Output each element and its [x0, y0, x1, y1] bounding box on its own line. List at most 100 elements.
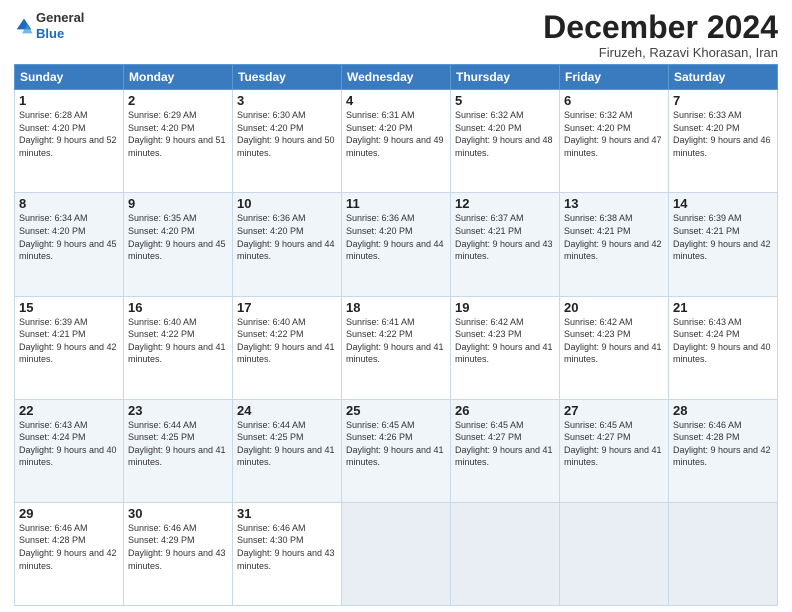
calendar-cell: 16 Sunrise: 6:40 AM Sunset: 4:22 PM Dayl… — [124, 296, 233, 399]
day-info: Sunrise: 6:36 AM Sunset: 4:20 PM Dayligh… — [237, 213, 335, 261]
day-number: 30 — [128, 506, 228, 521]
calendar-title: December 2024 — [543, 10, 778, 45]
day-info: Sunrise: 6:45 AM Sunset: 4:26 PM Dayligh… — [346, 420, 444, 468]
day-number: 29 — [19, 506, 119, 521]
day-number: 16 — [128, 300, 228, 315]
day-number: 18 — [346, 300, 446, 315]
calendar-cell: 4 Sunrise: 6:31 AM Sunset: 4:20 PM Dayli… — [342, 90, 451, 193]
day-number: 24 — [237, 403, 337, 418]
day-number: 12 — [455, 196, 555, 211]
calendar-cell: 12 Sunrise: 6:37 AM Sunset: 4:21 PM Dayl… — [451, 193, 560, 296]
calendar-cell: 29 Sunrise: 6:46 AM Sunset: 4:28 PM Dayl… — [15, 502, 124, 605]
calendar-cell — [342, 502, 451, 605]
day-number: 5 — [455, 93, 555, 108]
day-info: Sunrise: 6:32 AM Sunset: 4:20 PM Dayligh… — [564, 110, 662, 158]
day-number: 17 — [237, 300, 337, 315]
day-number: 28 — [673, 403, 773, 418]
day-info: Sunrise: 6:46 AM Sunset: 4:29 PM Dayligh… — [128, 523, 226, 571]
calendar-cell: 11 Sunrise: 6:36 AM Sunset: 4:20 PM Dayl… — [342, 193, 451, 296]
day-info: Sunrise: 6:32 AM Sunset: 4:20 PM Dayligh… — [455, 110, 553, 158]
calendar-cell: 13 Sunrise: 6:38 AM Sunset: 4:21 PM Dayl… — [560, 193, 669, 296]
week-row-5: 29 Sunrise: 6:46 AM Sunset: 4:28 PM Dayl… — [15, 502, 778, 605]
calendar-cell: 25 Sunrise: 6:45 AM Sunset: 4:26 PM Dayl… — [342, 399, 451, 502]
day-info: Sunrise: 6:38 AM Sunset: 4:21 PM Dayligh… — [564, 213, 662, 261]
day-info: Sunrise: 6:44 AM Sunset: 4:25 PM Dayligh… — [128, 420, 226, 468]
th-thursday: Thursday — [451, 65, 560, 90]
calendar-body: 1 Sunrise: 6:28 AM Sunset: 4:20 PM Dayli… — [15, 90, 778, 606]
logo-general: General — [36, 10, 84, 25]
day-number: 15 — [19, 300, 119, 315]
calendar-cell — [669, 502, 778, 605]
th-sunday: Sunday — [15, 65, 124, 90]
day-number: 4 — [346, 93, 446, 108]
day-info: Sunrise: 6:45 AM Sunset: 4:27 PM Dayligh… — [455, 420, 553, 468]
day-number: 2 — [128, 93, 228, 108]
day-info: Sunrise: 6:28 AM Sunset: 4:20 PM Dayligh… — [19, 110, 117, 158]
top-area: General Blue December 2024 Firuzeh, Raza… — [14, 10, 778, 60]
week-row-1: 1 Sunrise: 6:28 AM Sunset: 4:20 PM Dayli… — [15, 90, 778, 193]
day-number: 20 — [564, 300, 664, 315]
logo-blue: Blue — [36, 26, 64, 41]
day-info: Sunrise: 6:29 AM Sunset: 4:20 PM Dayligh… — [128, 110, 226, 158]
calendar-cell: 20 Sunrise: 6:42 AM Sunset: 4:23 PM Dayl… — [560, 296, 669, 399]
day-info: Sunrise: 6:35 AM Sunset: 4:20 PM Dayligh… — [128, 213, 226, 261]
day-number: 22 — [19, 403, 119, 418]
day-number: 13 — [564, 196, 664, 211]
calendar-cell: 30 Sunrise: 6:46 AM Sunset: 4:29 PM Dayl… — [124, 502, 233, 605]
day-info: Sunrise: 6:42 AM Sunset: 4:23 PM Dayligh… — [564, 317, 662, 365]
calendar-cell: 22 Sunrise: 6:43 AM Sunset: 4:24 PM Dayl… — [15, 399, 124, 502]
th-saturday: Saturday — [669, 65, 778, 90]
day-info: Sunrise: 6:43 AM Sunset: 4:24 PM Dayligh… — [19, 420, 117, 468]
th-friday: Friday — [560, 65, 669, 90]
th-monday: Monday — [124, 65, 233, 90]
calendar-cell: 27 Sunrise: 6:45 AM Sunset: 4:27 PM Dayl… — [560, 399, 669, 502]
day-info: Sunrise: 6:43 AM Sunset: 4:24 PM Dayligh… — [673, 317, 771, 365]
calendar-cell: 23 Sunrise: 6:44 AM Sunset: 4:25 PM Dayl… — [124, 399, 233, 502]
day-info: Sunrise: 6:37 AM Sunset: 4:21 PM Dayligh… — [455, 213, 553, 261]
day-info: Sunrise: 6:40 AM Sunset: 4:22 PM Dayligh… — [128, 317, 226, 365]
logo-text: General Blue — [36, 10, 84, 41]
calendar-header: Sunday Monday Tuesday Wednesday Thursday… — [15, 65, 778, 90]
day-number: 26 — [455, 403, 555, 418]
th-wednesday: Wednesday — [342, 65, 451, 90]
header-right: December 2024 Firuzeh, Razavi Khorasan, … — [543, 10, 778, 60]
day-info: Sunrise: 6:39 AM Sunset: 4:21 PM Dayligh… — [673, 213, 771, 261]
calendar-cell: 7 Sunrise: 6:33 AM Sunset: 4:20 PM Dayli… — [669, 90, 778, 193]
day-info: Sunrise: 6:46 AM Sunset: 4:30 PM Dayligh… — [237, 523, 335, 571]
day-number: 23 — [128, 403, 228, 418]
calendar-cell: 15 Sunrise: 6:39 AM Sunset: 4:21 PM Dayl… — [15, 296, 124, 399]
week-row-3: 15 Sunrise: 6:39 AM Sunset: 4:21 PM Dayl… — [15, 296, 778, 399]
day-info: Sunrise: 6:45 AM Sunset: 4:27 PM Dayligh… — [564, 420, 662, 468]
day-number: 31 — [237, 506, 337, 521]
calendar-cell: 1 Sunrise: 6:28 AM Sunset: 4:20 PM Dayli… — [15, 90, 124, 193]
calendar-cell: 26 Sunrise: 6:45 AM Sunset: 4:27 PM Dayl… — [451, 399, 560, 502]
day-number: 19 — [455, 300, 555, 315]
day-info: Sunrise: 6:34 AM Sunset: 4:20 PM Dayligh… — [19, 213, 117, 261]
day-info: Sunrise: 6:30 AM Sunset: 4:20 PM Dayligh… — [237, 110, 335, 158]
day-info: Sunrise: 6:33 AM Sunset: 4:20 PM Dayligh… — [673, 110, 771, 158]
weekday-row: Sunday Monday Tuesday Wednesday Thursday… — [15, 65, 778, 90]
day-number: 9 — [128, 196, 228, 211]
logo-icon — [14, 16, 34, 36]
day-info: Sunrise: 6:36 AM Sunset: 4:20 PM Dayligh… — [346, 213, 444, 261]
calendar-cell: 8 Sunrise: 6:34 AM Sunset: 4:20 PM Dayli… — [15, 193, 124, 296]
day-info: Sunrise: 6:40 AM Sunset: 4:22 PM Dayligh… — [237, 317, 335, 365]
day-info: Sunrise: 6:39 AM Sunset: 4:21 PM Dayligh… — [19, 317, 117, 365]
day-number: 11 — [346, 196, 446, 211]
day-number: 7 — [673, 93, 773, 108]
calendar-cell — [560, 502, 669, 605]
calendar-cell: 28 Sunrise: 6:46 AM Sunset: 4:28 PM Dayl… — [669, 399, 778, 502]
calendar-cell — [451, 502, 560, 605]
day-number: 27 — [564, 403, 664, 418]
calendar-cell: 3 Sunrise: 6:30 AM Sunset: 4:20 PM Dayli… — [233, 90, 342, 193]
day-number: 14 — [673, 196, 773, 211]
logo: General Blue — [14, 10, 84, 41]
day-number: 25 — [346, 403, 446, 418]
calendar-cell: 10 Sunrise: 6:36 AM Sunset: 4:20 PM Dayl… — [233, 193, 342, 296]
day-number: 10 — [237, 196, 337, 211]
calendar-cell: 6 Sunrise: 6:32 AM Sunset: 4:20 PM Dayli… — [560, 90, 669, 193]
day-info: Sunrise: 6:44 AM Sunset: 4:25 PM Dayligh… — [237, 420, 335, 468]
th-tuesday: Tuesday — [233, 65, 342, 90]
calendar-cell: 5 Sunrise: 6:32 AM Sunset: 4:20 PM Dayli… — [451, 90, 560, 193]
calendar-cell: 14 Sunrise: 6:39 AM Sunset: 4:21 PM Dayl… — [669, 193, 778, 296]
